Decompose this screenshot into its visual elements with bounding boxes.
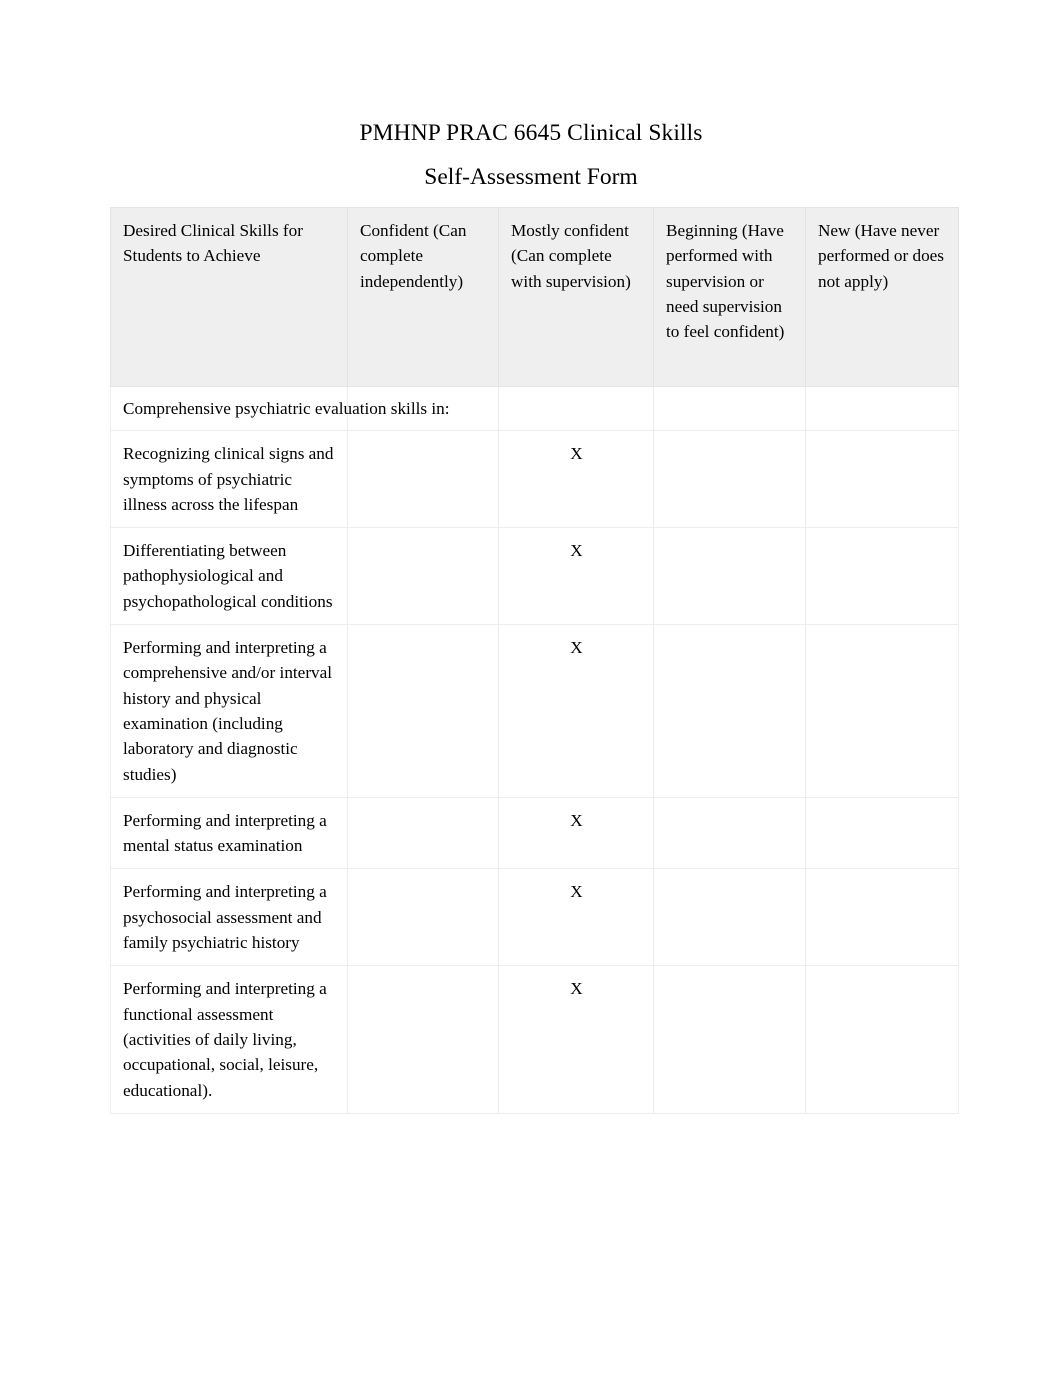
cell-new[interactable] <box>805 965 959 1114</box>
table-row: Performing and interpreting a functional… <box>110 965 959 1114</box>
cell-beginning[interactable] <box>653 796 806 870</box>
cell-beginning[interactable] <box>653 527 806 626</box>
cell-confident[interactable] <box>347 527 499 626</box>
page-title: PMHNP PRAC 6645 Clinical Skills <box>359 120 703 146</box>
skill-label: Performing and interpreting a mental sta… <box>110 796 348 870</box>
cell-confident[interactable] <box>347 624 499 798</box>
column-header-skills: Desired Clinical Skills for Students to … <box>110 207 348 387</box>
skill-label: Performing and interpreting a functional… <box>110 965 348 1114</box>
skill-label: Recognizing clinical signs and symptoms … <box>110 430 348 529</box>
cell-confident[interactable] <box>347 430 499 529</box>
skill-label: Performing and interpreting a comprehens… <box>110 624 348 798</box>
cell-beginning[interactable] <box>653 868 806 967</box>
column-header-mostly-confident: Mostly confident (Can complete with supe… <box>498 207 654 387</box>
cell-confident[interactable] <box>347 868 499 967</box>
cell-mostly-confident[interactable]: X <box>498 527 654 626</box>
cell-new[interactable] <box>805 796 959 870</box>
cell-new[interactable] <box>805 868 959 967</box>
cell-mostly-confident[interactable]: X <box>498 430 654 529</box>
table-row: Recognizing clinical signs and symptoms … <box>110 430 959 529</box>
document-page: PMHNP PRAC 6645 Clinical Skills Self-Ass… <box>0 0 1062 1376</box>
page-subtitle: Self-Assessment Form <box>424 164 638 190</box>
cell-beginning[interactable] <box>653 965 806 1114</box>
skill-label: Differentiating between pathophysiologic… <box>110 527 348 626</box>
cell-mostly-confident[interactable]: X <box>498 868 654 967</box>
cell-beginning[interactable] <box>653 624 806 798</box>
cell-confident[interactable] <box>347 796 499 870</box>
table-row: Performing and interpreting a psychosoci… <box>110 868 959 967</box>
cell-new[interactable] <box>805 430 959 529</box>
cell-confident[interactable] <box>347 965 499 1114</box>
column-header-beginning: Beginning (Have performed with supervisi… <box>653 207 806 387</box>
cell-new[interactable] <box>805 527 959 626</box>
skill-label: Performing and interpreting a psychosoci… <box>110 868 348 967</box>
skills-table-container: Desired Clinical Skills for Students to … <box>110 207 959 1114</box>
table-section-row: Comprehensive psychiatric evaluation ski… <box>110 385 959 432</box>
section-cell-new <box>805 385 959 432</box>
column-header-new: New (Have never performed or does not ap… <box>805 207 959 387</box>
table-header-row: Desired Clinical Skills for Students to … <box>110 207 959 387</box>
cell-mostly-confident[interactable]: X <box>498 624 654 798</box>
section-cell-beginning <box>653 385 806 432</box>
table-row: Performing and interpreting a mental sta… <box>110 796 959 870</box>
section-cell-mostly-confident <box>498 385 654 432</box>
cell-mostly-confident[interactable]: X <box>498 796 654 870</box>
section-label: Comprehensive psychiatric evaluation ski… <box>110 385 450 432</box>
column-header-confident: Confident (Can complete independently) <box>347 207 499 387</box>
table-row: Performing and interpreting a comprehens… <box>110 624 959 798</box>
table-row: Differentiating between pathophysiologic… <box>110 527 959 626</box>
document-header: PMHNP PRAC 6645 Clinical Skills Self-Ass… <box>0 0 1062 192</box>
self-assessment-table: Desired Clinical Skills for Students to … <box>110 207 959 1114</box>
cell-mostly-confident[interactable]: X <box>498 965 654 1114</box>
cell-beginning[interactable] <box>653 430 806 529</box>
cell-new[interactable] <box>805 624 959 798</box>
